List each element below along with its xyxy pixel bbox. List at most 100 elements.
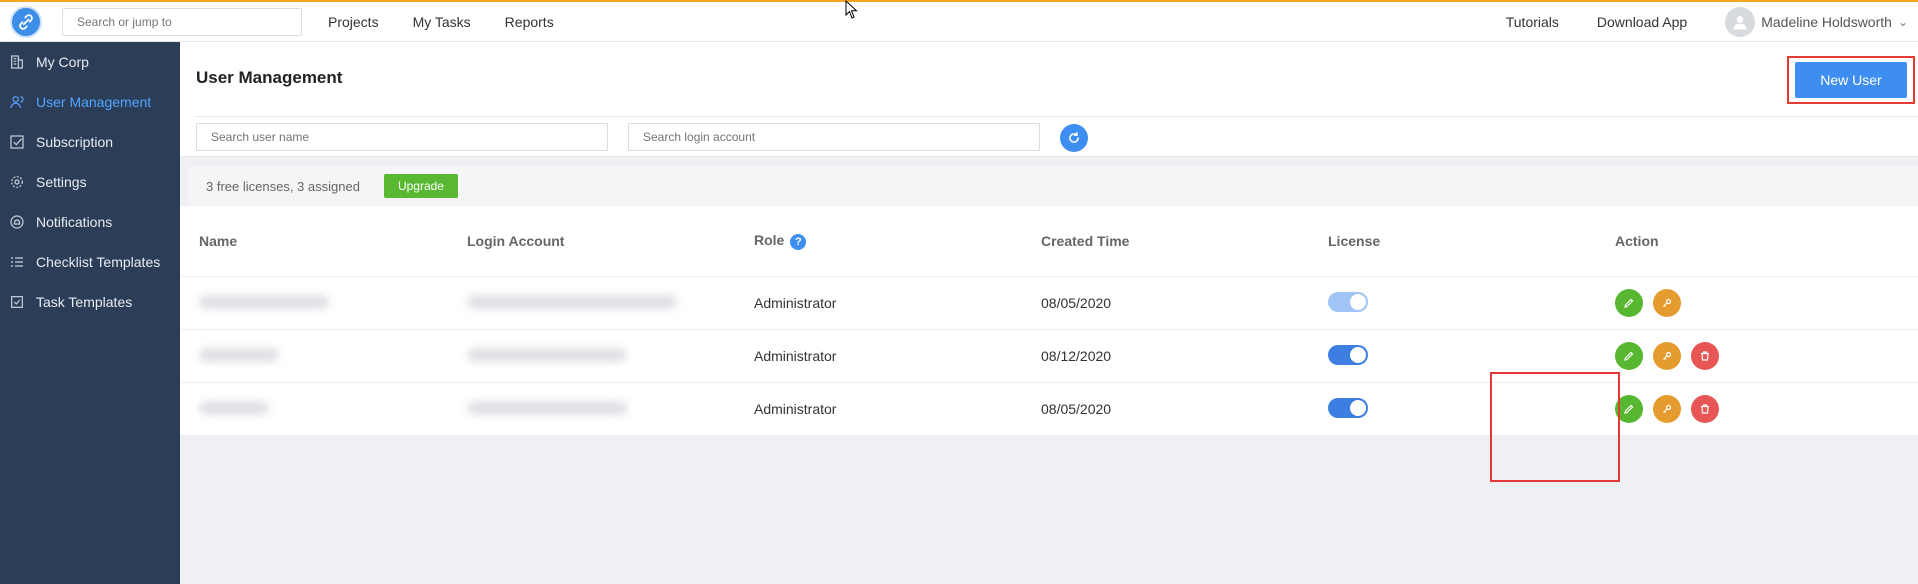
login-account-cell [467,400,754,418]
toggle-knob [1350,293,1366,310]
license-cell [1328,291,1615,315]
reset-password-button[interactable] [1653,395,1681,423]
refresh-icon [1069,131,1079,143]
edit-button[interactable] [1615,342,1643,370]
license-cell [1328,397,1615,421]
building-icon [8,53,26,71]
role-cell: Administrator [754,295,837,311]
new-user-button[interactable]: New User [1795,62,1907,98]
upgrade-button[interactable]: Upgrade [383,174,458,198]
user-avatar-icon [1733,15,1747,29]
sidebar-item-checklist-templates[interactable]: Checklist Templates [0,242,180,282]
edit-button[interactable] [1615,395,1643,423]
key-icon [1663,298,1672,307]
sidebar-item-user-management[interactable]: User Management [0,82,180,122]
header-role: Role? [754,232,1041,250]
tutorials-link[interactable]: Tutorials [1506,14,1559,30]
action-cell [1615,395,1915,423]
help-icon[interactable]: ? [790,233,807,250]
created-time-cell: 08/05/2020 [1041,295,1112,311]
user-icon [8,93,26,111]
delete-button[interactable] [1691,395,1719,423]
gear-icon [8,173,26,191]
sidebar-item-label: Subscription [36,134,114,150]
sidebar-item-label: Task Templates [36,294,133,310]
license-toggle[interactable] [1328,291,1368,312]
license-toggle[interactable] [1328,344,1368,365]
trash-icon [1701,351,1709,361]
user-name[interactable]: Madeline Holdsworth [1761,14,1892,30]
key-icon [1663,404,1672,413]
login-account-cell [467,347,754,365]
refresh-button[interactable] [1060,124,1088,152]
nav-projects[interactable]: Projects [328,14,379,30]
top-bar: Projects My Tasks Reports Tutorials Down… [0,0,1918,42]
header-divider [196,116,1918,117]
header-action: Action [1615,233,1659,249]
app-logo[interactable] [10,5,42,38]
reset-password-button[interactable] [1653,342,1681,370]
nav-my-tasks[interactable]: My Tasks [413,14,471,30]
subscription-icon [8,133,26,151]
header-panel: User Management New User [180,42,1918,157]
main-content: User Management New User 3 free licenses… [180,42,1918,584]
bell-icon [8,213,26,231]
user-name-cell [180,400,467,418]
sidebar-item-settings[interactable]: Settings [0,162,180,202]
users-table: Name Login Account Role? Created Time Li… [180,206,1918,436]
pencil-icon [1624,404,1634,414]
sidebar-item-subscription[interactable]: Subscription [0,122,180,162]
created-time-cell: 08/05/2020 [1041,401,1112,417]
role-cell: Administrator [754,348,837,364]
table-row: Administrator 08/05/2020 [180,383,1918,436]
chevron-down-icon[interactable]: ⌄ [1898,15,1908,29]
header-created-time: Created Time [1041,233,1130,249]
delete-button[interactable] [1691,342,1719,370]
header-login-account: Login Account [467,233,565,249]
mouse-cursor-icon [845,0,858,19]
table-header: Name Login Account Role? Created Time Li… [180,206,1918,277]
task-template-icon [8,293,26,311]
search-user-name-input[interactable] [196,123,608,151]
nav-reports[interactable]: Reports [505,14,554,30]
search-login-account-input[interactable] [628,123,1040,151]
sidebar-item-my-corp[interactable]: My Corp [0,42,180,82]
download-app-link[interactable]: Download App [1597,14,1687,30]
sidebar-item-label: Settings [36,174,87,190]
sidebar-item-label: Checklist Templates [36,254,161,270]
role-cell: Administrator [754,401,837,417]
page-title: User Management [196,68,343,87]
top-nav: Projects My Tasks Reports [328,14,588,30]
sidebar-item-label: User Management [36,94,152,110]
action-cell [1615,342,1915,370]
sidebar: My Corp User Management Subscription Set… [0,42,180,584]
reset-password-button[interactable] [1653,289,1681,317]
table-row: Administrator 08/05/2020 [180,277,1918,330]
pencil-icon [1624,351,1634,361]
top-right-area: Tutorials Download App Madeline Holdswor… [1506,6,1918,37]
sidebar-item-label: Notifications [36,214,113,230]
checklist-icon [8,253,26,271]
action-cell [1615,289,1915,317]
toggle-knob [1350,346,1366,363]
key-icon [1663,351,1672,360]
global-search-input[interactable] [62,7,302,36]
header-license: License [1328,233,1381,249]
sidebar-item-label: My Corp [36,54,89,70]
new-user-highlight: New User [1787,56,1915,104]
header-role-label: Role [754,232,785,249]
edit-button[interactable] [1615,289,1643,317]
table-row: Administrator 08/12/2020 [180,330,1918,383]
header-name: Name [199,233,238,249]
license-toggle[interactable] [1328,397,1368,418]
pencil-icon [1624,298,1634,308]
license-bar: 3 free licenses, 3 assigned Upgrade [188,166,1918,206]
sidebar-item-notifications[interactable]: Notifications [0,202,180,242]
avatar[interactable] [1725,6,1756,37]
trash-icon [1701,404,1709,414]
sidebar-item-task-templates[interactable]: Task Templates [0,282,180,322]
login-account-cell [467,294,754,312]
license-summary: 3 free licenses, 3 assigned [206,178,360,194]
created-time-cell: 08/12/2020 [1041,348,1112,364]
user-name-cell [180,347,467,365]
